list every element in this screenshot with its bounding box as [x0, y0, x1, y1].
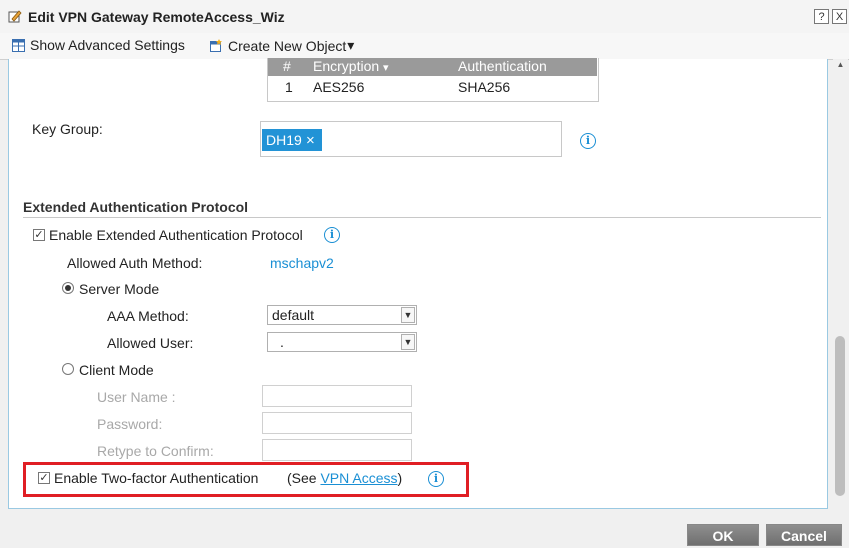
aaa-method-label: AAA Method:: [107, 308, 189, 324]
dropdown-arrow-icon: ▼: [401, 307, 415, 323]
close-button[interactable]: X: [832, 9, 847, 24]
cancel-button[interactable]: Cancel: [766, 524, 842, 546]
see-suffix: ): [397, 470, 403, 486]
allowed-auth-method-value: mschapv2: [270, 255, 334, 271]
two-factor-info-icon[interactable]: i: [428, 471, 444, 487]
scrollbar-thumb[interactable]: [835, 336, 845, 496]
table-settings-icon: [12, 38, 25, 52]
ok-button[interactable]: OK: [687, 524, 759, 546]
two-factor-label: Enable Two-factor Authentication: [54, 470, 259, 486]
password-label: Password:: [97, 416, 163, 432]
enable-xauth-label: Enable Extended Authentication Protocol: [49, 227, 303, 243]
vpn-access-link[interactable]: VPN Access: [320, 470, 397, 486]
allowed-user-label: Allowed User:: [107, 335, 194, 351]
server-mode-radio[interactable]: [62, 282, 74, 294]
user-name-input[interactable]: [262, 385, 412, 407]
show-advanced-settings-button[interactable]: Show Advanced Settings: [12, 37, 185, 53]
enable-xauth-checkbox[interactable]: ✓: [33, 229, 45, 241]
table-cell-number: 1: [285, 79, 293, 95]
retype-password-label: Retype to Confirm:: [97, 443, 214, 459]
see-prefix: (See: [287, 470, 317, 486]
tag-label: DH19: [266, 132, 302, 148]
server-mode-label: Server Mode: [79, 281, 160, 297]
allowed-user-value: .: [280, 334, 284, 350]
create-object-label: Create New Object: [228, 37, 347, 54]
client-mode-label: Client Mode: [79, 362, 154, 378]
aaa-method-select[interactable]: default ▼: [267, 305, 417, 325]
create-new-object-menu[interactable]: Create New Object ▾: [210, 37, 354, 54]
column-header-encryption[interactable]: Encryption ▾: [313, 58, 389, 74]
table-cell-encryption: AES256: [313, 79, 365, 95]
column-header-authentication: Authentication: [458, 58, 547, 74]
key-group-label: Key Group:: [32, 121, 103, 137]
encryption-header-label: Encryption: [313, 58, 380, 74]
retype-password-input[interactable]: [262, 439, 412, 461]
section-divider: [23, 217, 821, 218]
key-group-info-icon[interactable]: i: [580, 133, 596, 149]
section-title-xauth: Extended Authentication Protocol: [23, 199, 249, 215]
allowed-user-select[interactable]: . ▼: [267, 332, 417, 352]
edit-pencil-icon: [8, 10, 22, 23]
help-button[interactable]: ?: [814, 9, 829, 24]
new-object-icon: [210, 39, 222, 52]
aaa-method-value: default: [272, 307, 315, 323]
window-title: Edit VPN Gateway RemoteAccess_Wiz: [28, 9, 285, 25]
user-name-label: User Name :: [97, 389, 176, 405]
table-cell-authentication: SHA256: [458, 79, 511, 95]
allowed-auth-method-label: Allowed Auth Method:: [67, 255, 203, 271]
password-input[interactable]: [262, 412, 412, 434]
column-header-number: #: [283, 58, 291, 74]
two-factor-checkbox[interactable]: ✓: [38, 472, 50, 484]
show-advanced-label: Show Advanced Settings: [30, 37, 185, 53]
see-link-line: (See VPN Access): [287, 470, 402, 486]
scroll-up-arrow-icon[interactable]: ▲: [833, 60, 848, 72]
xauth-info-icon[interactable]: i: [324, 227, 340, 243]
chevron-down-icon: ▾: [347, 37, 355, 53]
sort-arrow-icon: ▾: [383, 62, 389, 74]
remove-tag-icon[interactable]: ×: [306, 132, 315, 149]
key-group-tag-dh19[interactable]: DH19 ×: [262, 129, 322, 151]
dropdown-arrow-icon: ▼: [401, 334, 415, 350]
client-mode-radio[interactable]: [62, 363, 74, 375]
